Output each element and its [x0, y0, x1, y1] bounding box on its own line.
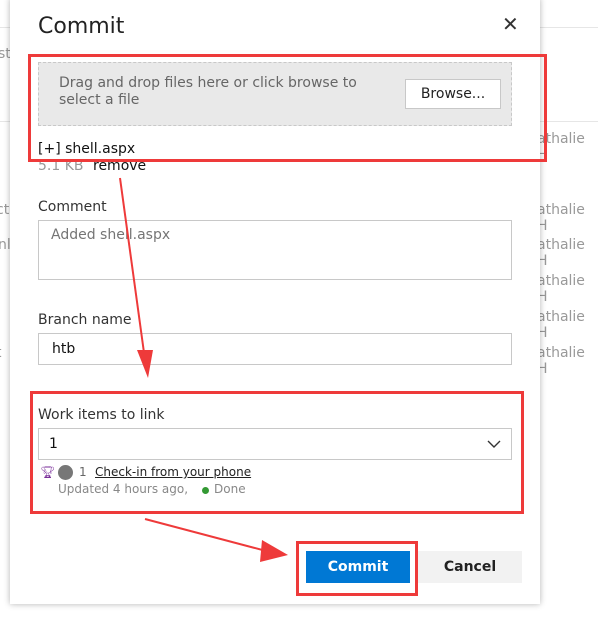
annotation-arrows	[119, 177, 288, 562]
